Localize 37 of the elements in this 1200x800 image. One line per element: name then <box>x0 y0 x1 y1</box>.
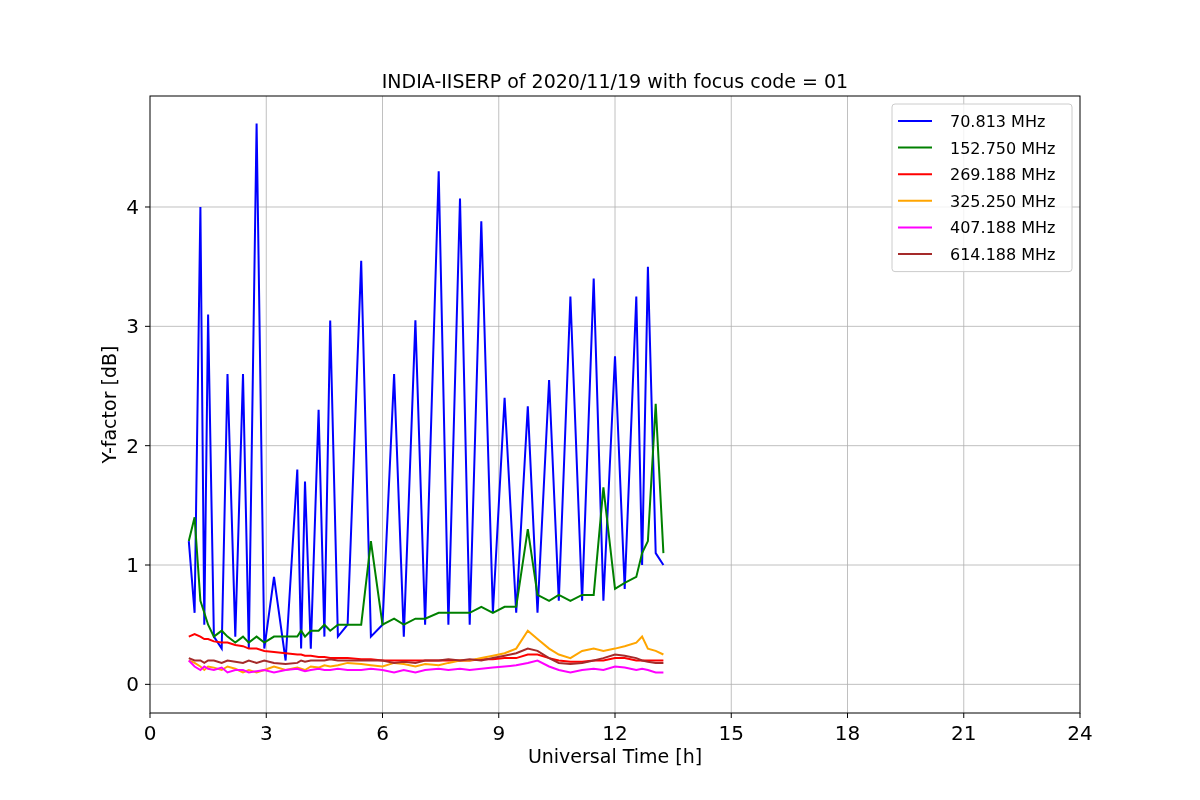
x-axis-label: Universal Time [h] <box>527 745 703 767</box>
x-tick-label: 0 <box>143 721 157 745</box>
tick-mark <box>144 445 151 447</box>
legend-label: 70.813 MHz <box>950 112 1046 131</box>
tick-mark <box>265 712 267 719</box>
x-tick-label: 15 <box>718 721 744 745</box>
tick-mark <box>847 712 848 719</box>
legend-label: 269.188 MHz <box>950 165 1056 185</box>
y-tick-label: 3 <box>126 314 139 339</box>
tick-mark <box>149 712 151 719</box>
legend-label: 614.188 MHz <box>950 245 1056 264</box>
tick-mark <box>498 712 500 719</box>
legend-label: 152.750 MHz <box>950 138 1056 158</box>
y-tick-label: 0 <box>126 672 139 697</box>
tick-mark <box>144 683 151 685</box>
tick-mark <box>1079 712 1081 719</box>
legend-label: 407.188 MHz <box>950 218 1056 238</box>
x-tick-label: 9 <box>492 721 506 745</box>
tick-mark <box>144 564 151 566</box>
tick-mark <box>614 712 616 719</box>
y-tick-label: 4 <box>126 195 139 219</box>
tick-mark <box>963 712 965 719</box>
x-tick-label: 24 <box>1067 721 1093 745</box>
tick-mark <box>730 712 732 719</box>
tick-mark <box>382 712 383 719</box>
y-tick-label: 1 <box>126 553 139 577</box>
x-tick-label: 6 <box>376 721 389 745</box>
tick-mark <box>144 325 151 327</box>
x-tick-label: 3 <box>259 721 273 745</box>
y-tick-label: 2 <box>126 433 139 458</box>
x-tick-label: 12 <box>602 721 628 745</box>
chart-title: INDIA-IISERP of 2020/11/19 with focus code = 01 <box>381 70 849 92</box>
y-axis-label: Y-factor [dB] <box>98 345 120 464</box>
x-tick-label: 21 <box>951 721 977 745</box>
x-tick-label: 18 <box>834 721 861 745</box>
tick-mark <box>144 206 151 208</box>
legend-label: 325.250 MHz <box>950 191 1056 211</box>
